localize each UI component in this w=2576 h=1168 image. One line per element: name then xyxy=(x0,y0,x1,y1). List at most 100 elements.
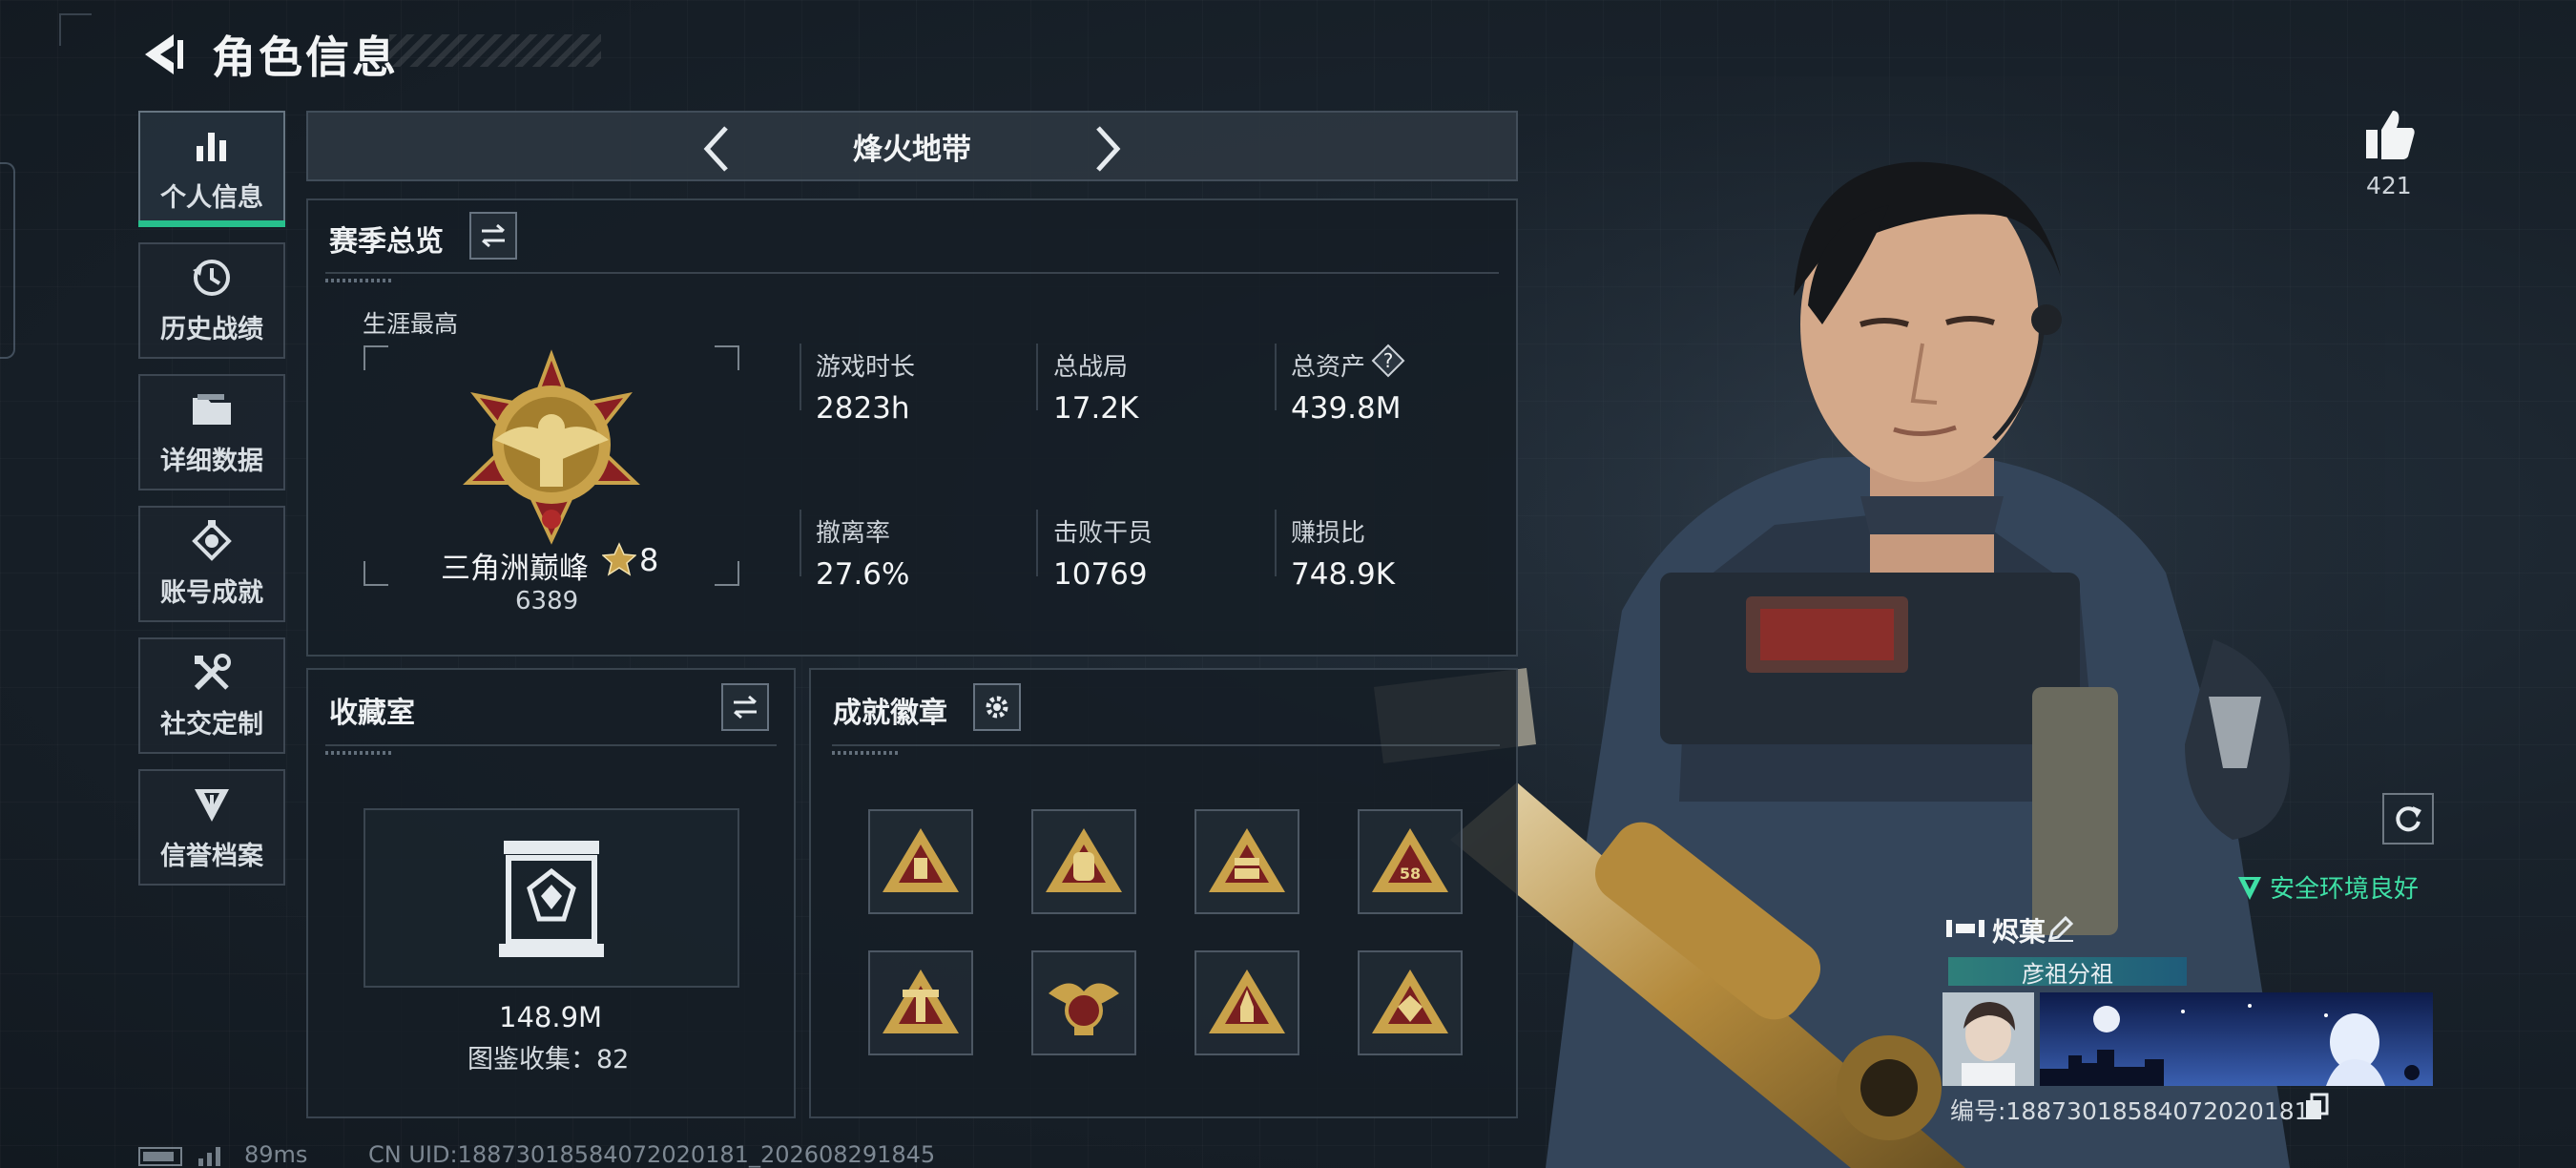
collection-count: 图鉴收集：82 xyxy=(467,1045,630,1074)
safety-status: 安全环境良好 xyxy=(2235,869,2419,905)
club-tag[interactable]: 彦祖分祖 xyxy=(1948,957,2187,988)
like-count: 421 xyxy=(2366,172,2412,199)
sidebar-item-label: 历史战绩 xyxy=(160,314,263,344)
player-name: 烬菓 xyxy=(1992,916,2046,948)
badges-settings-button[interactable] xyxy=(973,683,1021,731)
safety-text: 安全环境良好 xyxy=(2270,875,2420,904)
badge-slot[interactable] xyxy=(868,950,973,1055)
badge-slot[interactable] xyxy=(868,809,973,914)
season-switch-button[interactable] xyxy=(469,212,517,260)
display-case-icon xyxy=(499,841,604,957)
sidebar-item-achievements[interactable]: 账号成就 xyxy=(138,506,285,622)
rank-star-icon xyxy=(602,542,636,576)
career-high-label: 生涯最高 xyxy=(363,310,459,338)
achievement-medal-icon xyxy=(189,519,235,562)
rank-level: 8 xyxy=(639,542,659,578)
divider-dots xyxy=(325,751,392,755)
badge-slot[interactable] xyxy=(1195,809,1299,914)
stat-separator xyxy=(800,344,801,410)
season-overview-title: 赛季总览 xyxy=(329,225,444,259)
refresh-button[interactable] xyxy=(2382,793,2434,845)
stat-label-total-matches: 总战局 xyxy=(1053,353,1129,382)
stat-separator xyxy=(1275,510,1277,576)
divider-dots xyxy=(325,279,392,282)
sidebar-item-social-custom[interactable]: 社交定制 xyxy=(138,637,285,754)
left-edge-handle[interactable] xyxy=(0,162,15,359)
shield-emblem-icon xyxy=(189,783,235,825)
badge-diamond-icon xyxy=(1372,970,1448,1033)
edit-pencil-icon[interactable] xyxy=(2046,914,2075,943)
title-decoration xyxy=(389,34,601,67)
battery-icon xyxy=(138,1147,182,1166)
page-title: 角色信息 xyxy=(212,31,399,83)
divider-dots xyxy=(832,751,899,755)
badge-slot[interactable] xyxy=(1031,809,1136,914)
stat-label-total-assets: 总资产 xyxy=(1291,353,1366,382)
sidebar-item-credit-record[interactable]: 信誉档案 xyxy=(138,769,285,886)
club-name: 彦祖分祖 xyxy=(2022,960,2113,988)
frame-corner xyxy=(364,561,388,586)
history-clock-icon xyxy=(189,257,235,299)
sidebar-item-label: 账号成就 xyxy=(160,577,263,608)
stat-value-playtime: 2823h xyxy=(816,391,910,426)
profile-banner[interactable] xyxy=(2040,992,2433,1086)
collection-value: 148.9M xyxy=(499,1001,603,1033)
mode-next-button[interactable] xyxy=(1081,122,1134,176)
sidebar-item-personal-info[interactable]: 个人信息 xyxy=(138,111,285,227)
copy-icon[interactable] xyxy=(2304,1093,2329,1121)
badge-slot[interactable] xyxy=(1031,950,1136,1055)
folder-icon xyxy=(189,388,235,430)
mode-title: 烽火地带 xyxy=(853,132,971,167)
swap-arrows-icon xyxy=(734,695,757,720)
collection-switch-button[interactable] xyxy=(721,683,769,731)
stat-value-total-assets: 439.8M xyxy=(1291,391,1402,426)
divider xyxy=(325,744,777,746)
rank-points: 6389 xyxy=(515,587,579,615)
badge-crate-icon xyxy=(1209,828,1285,892)
rank-emblem-icon xyxy=(463,349,640,545)
badge-slot[interactable] xyxy=(1195,950,1299,1055)
help-question-icon[interactable]: ? xyxy=(1371,344,1405,378)
badges-title: 成就徽章 xyxy=(833,697,947,730)
collection-title: 收藏室 xyxy=(329,697,415,730)
sidebar-item-label: 信誉档案 xyxy=(160,841,263,871)
gear-icon xyxy=(986,696,1008,719)
stat-value-profit-loss-ratio: 748.9K xyxy=(1291,557,1396,592)
bar-chart-icon xyxy=(189,125,235,167)
divider xyxy=(325,272,1499,274)
stat-value-extraction-rate: 27.6% xyxy=(816,557,910,592)
avatar[interactable] xyxy=(1942,992,2034,1086)
collection-display-case[interactable] xyxy=(364,808,739,988)
back-arrow-icon[interactable] xyxy=(134,27,191,82)
player-tag-icon xyxy=(1946,920,1984,937)
swap-arrows-icon xyxy=(482,223,505,248)
safety-shield-icon xyxy=(2238,876,2261,900)
badge-slot[interactable]: 58 xyxy=(1358,809,1463,914)
thumbs-up-icon[interactable] xyxy=(2362,107,2418,162)
sidebar-item-label: 详细数据 xyxy=(160,446,263,476)
ping-text: 89ms xyxy=(244,1141,308,1168)
stat-separator xyxy=(800,510,801,576)
badge-rocket-icon xyxy=(1209,970,1285,1033)
rank-name: 三角洲巅峰 xyxy=(441,552,589,586)
badge-triangle-icon xyxy=(883,828,959,892)
frame-corner xyxy=(715,345,739,370)
sidebar: 个人信息 历史战绩 详细数据 账号成就 社交定制 信誉档案 xyxy=(138,111,285,901)
uid-text: CN UID:18873018584072020181_202608291845 xyxy=(368,1141,936,1168)
divider xyxy=(832,744,1500,746)
svg-text:?: ? xyxy=(1383,349,1394,372)
stat-value-operators-defeated: 10769 xyxy=(1053,557,1148,592)
signal-icon xyxy=(198,1147,220,1166)
sidebar-item-history[interactable]: 历史战绩 xyxy=(138,242,285,359)
sidebar-item-detailed-data[interactable]: 详细数据 xyxy=(138,374,285,490)
stat-label-extraction-rate: 撤离率 xyxy=(816,519,891,548)
stat-value-total-matches: 17.2K xyxy=(1053,391,1139,426)
player-id: 编号:18873018584072020181 xyxy=(1950,1097,2310,1125)
badge-slot[interactable] xyxy=(1358,950,1463,1055)
corner-mark xyxy=(59,13,92,46)
stat-label-profit-loss-ratio: 赚损比 xyxy=(1291,519,1366,548)
refresh-icon xyxy=(2396,806,2421,832)
mode-prev-button[interactable] xyxy=(690,122,743,176)
stat-separator xyxy=(1275,344,1277,410)
stat-label-playtime: 游戏时长 xyxy=(816,353,916,382)
